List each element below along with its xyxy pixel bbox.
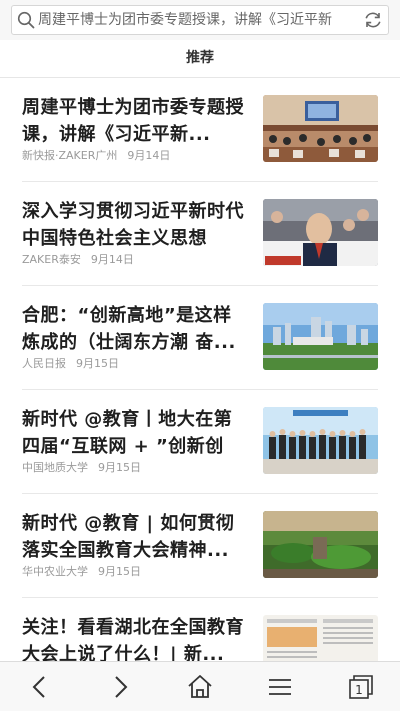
news-item[interactable]: 周建平博士为团市委专题授课，讲解《习近平新... 新快报·ZAKER广州 9月14… bbox=[22, 78, 378, 182]
news-date: 9月15日 bbox=[98, 461, 141, 474]
news-thumbnail[interactable] bbox=[263, 407, 378, 474]
news-feed[interactable]: 周建平博士为团市委专题授课，讲解《习近平新... 新快报·ZAKER广州 9月14… bbox=[0, 78, 400, 661]
news-date: 9月15日 bbox=[76, 357, 119, 370]
news-meta: 华中农业大学 9月15日 bbox=[22, 563, 141, 579]
news-source: 新快报·ZAKER广州 bbox=[22, 149, 118, 162]
news-title[interactable]: 新时代 @教育丨地大在第四届“互联网 + ”创新创业... bbox=[22, 406, 244, 460]
category-tab-bar: 推荐 bbox=[0, 40, 400, 78]
forward-arrow-icon[interactable] bbox=[105, 672, 135, 702]
news-date: 9月14日 bbox=[127, 149, 171, 162]
news-meta: ZAKER泰安 9月14日 bbox=[22, 251, 134, 267]
home-icon[interactable] bbox=[185, 672, 215, 702]
news-title[interactable]: 关注！看看湖北在全国教育大会上说了什么！| 新... bbox=[22, 614, 244, 661]
news-date: 9月15日 bbox=[98, 565, 141, 578]
news-item[interactable]: 关注！看看湖北在全国教育大会上说了什么！| 新... bbox=[22, 598, 378, 661]
news-meta: 中国地质大学 9月15日 bbox=[22, 459, 141, 475]
tabs-count: 1 bbox=[355, 683, 363, 697]
refresh-icon[interactable] bbox=[363, 10, 383, 30]
news-source: 华中农业大学 bbox=[22, 565, 88, 578]
search-icon[interactable] bbox=[17, 11, 35, 29]
search-box[interactable]: 周建平博士为团市委专题授课，讲解《习近平新 bbox=[11, 5, 389, 35]
news-date: 9月14日 bbox=[90, 253, 134, 266]
news-item[interactable]: 新时代 @教育丨地大在第四届“互联网 + ”创新创业... 中国地质大学 9月15… bbox=[22, 390, 378, 494]
news-thumbnail[interactable] bbox=[263, 95, 378, 162]
news-thumbnail[interactable] bbox=[263, 511, 378, 578]
news-source: 人民日报 bbox=[22, 357, 66, 370]
news-item[interactable]: 深入学习贯彻习近平新时代中国特色社会主义思想 ZAKER泰安 9月14日 bbox=[22, 182, 378, 286]
news-source: ZAKER泰安 bbox=[22, 253, 81, 266]
news-title[interactable]: 周建平博士为团市委专题授课，讲解《习近平新... bbox=[22, 94, 244, 148]
back-arrow-icon[interactable] bbox=[25, 672, 55, 702]
bottom-toolbar: 1 bbox=[0, 661, 400, 711]
search-input[interactable]: 周建平博士为团市委专题授课，讲解《习近平新 bbox=[38, 6, 358, 34]
news-title[interactable]: 新时代 @教育 | 如何贯彻落实全国教育大会精神... bbox=[22, 510, 244, 564]
news-title[interactable]: 深入学习贯彻习近平新时代中国特色社会主义思想 bbox=[22, 198, 244, 252]
menu-icon[interactable] bbox=[265, 672, 295, 702]
tabs-icon[interactable]: 1 bbox=[345, 672, 375, 702]
news-item[interactable]: 新时代 @教育 | 如何贯彻落实全国教育大会精神... 华中农业大学 9月15日 bbox=[22, 494, 378, 598]
tab-recommend[interactable]: 推荐 bbox=[0, 40, 400, 76]
news-meta: 人民日报 9月15日 bbox=[22, 355, 119, 371]
top-bar: 周建平博士为团市委专题授课，讲解《习近平新 bbox=[0, 0, 400, 40]
news-thumbnail[interactable] bbox=[263, 615, 378, 661]
news-title[interactable]: 合肥：“创新高地”是这样炼成的（壮阔东方潮 奋... bbox=[22, 302, 244, 356]
news-thumbnail[interactable] bbox=[263, 199, 378, 266]
news-meta: 新快报·ZAKER广州 9月14日 bbox=[22, 147, 170, 163]
news-thumbnail[interactable] bbox=[263, 303, 378, 370]
news-item[interactable]: 合肥：“创新高地”是这样炼成的（壮阔东方潮 奋... 人民日报 9月15日 bbox=[22, 286, 378, 390]
news-source: 中国地质大学 bbox=[22, 461, 88, 474]
